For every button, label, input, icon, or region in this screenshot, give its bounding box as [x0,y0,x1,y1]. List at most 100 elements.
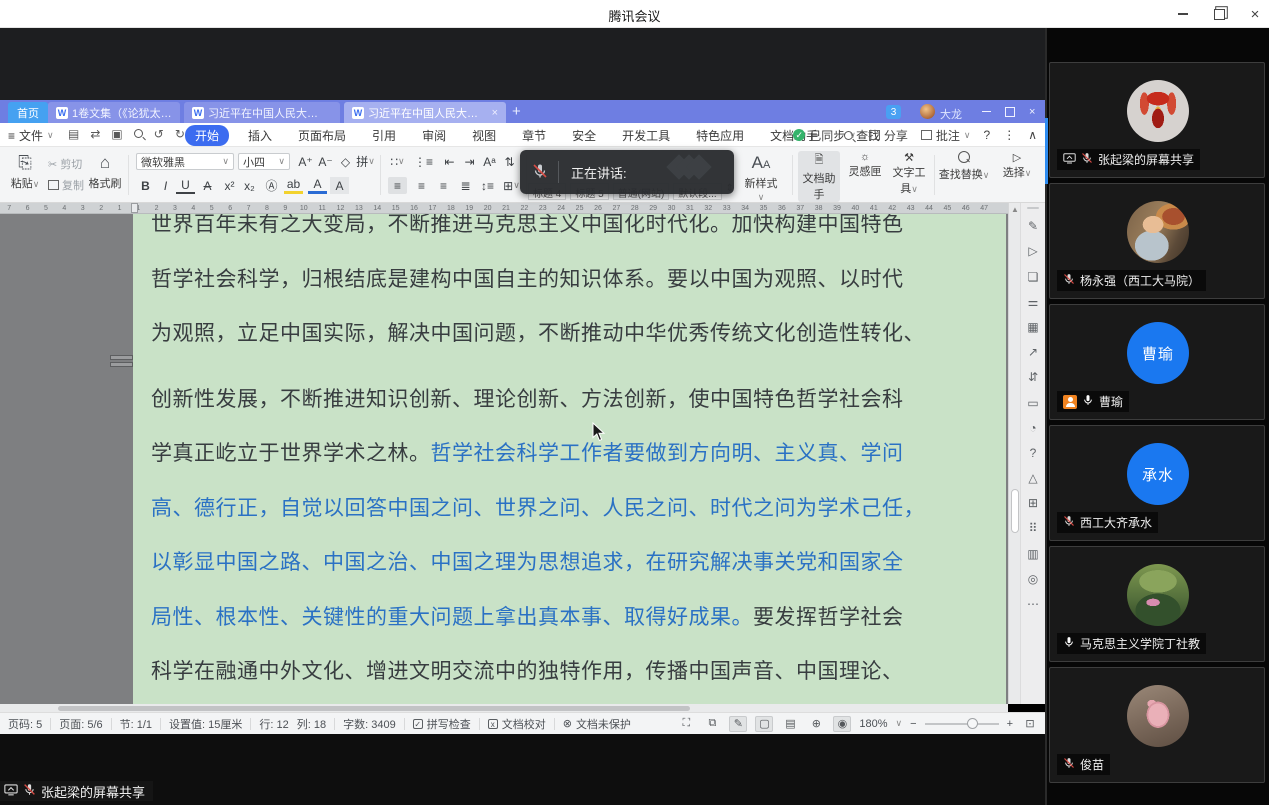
undo-icon[interactable]: ↺ [154,127,164,141]
menu-references[interactable]: 引用 [365,126,403,145]
horizontal-scrollbar[interactable] [0,704,1008,712]
participant-tile[interactable]: 曹瑜 曹瑜 [1049,304,1265,420]
notification-badge[interactable]: 3 [886,105,901,119]
vertical-scroll-thumb[interactable] [1011,489,1019,533]
increase-font-icon[interactable]: A⁺ [296,153,315,170]
menu-developer[interactable]: 开发工具 [615,126,677,145]
close-button[interactable]: × [1247,6,1263,22]
text-tools-button[interactable]: ⚒ 文字工具∨ [888,151,930,196]
rail-apps-icon[interactable]: ⠿ [1025,520,1041,536]
menu-security[interactable]: 安全 [565,126,603,145]
clear-format-icon[interactable]: ◇ [336,153,355,170]
margin-adjust-marks[interactable] [110,355,133,369]
align-right-button[interactable]: ≡ [434,177,453,194]
bold-button[interactable]: B [136,177,155,194]
tab-document-2[interactable]: W 习近平在中国人民大学考察时强调 [184,102,340,123]
horizontal-scroll-thumb[interactable] [58,706,690,711]
underline-button[interactable]: U [176,177,195,194]
save-icon[interactable]: ▤ [68,127,79,141]
comment-button[interactable]: 批注 ∨ [921,127,971,144]
menu-section[interactable]: 章节 [515,126,553,145]
participant-tile[interactable]: 马克思主义学院丁社教 [1049,546,1265,662]
participant-tile[interactable]: 承水 西工大齐承水 [1049,425,1265,541]
web-view-icon[interactable]: ⊕ [807,716,825,732]
more-menu-button[interactable]: ⋮ [1003,128,1015,142]
participant-tile[interactable]: 俊苗 [1049,667,1265,783]
spellcheck-toggle[interactable]: ✓ 拼写检查 [405,716,479,732]
sort-button[interactable]: ⇅ [500,153,519,170]
align-center-button[interactable]: ≡ [412,177,431,194]
format-painter-button[interactable]: ⌂ 格式刷 [86,151,124,191]
rail-chart-icon[interactable]: ▥ [1025,546,1041,562]
redo-icon[interactable]: ↻ [175,127,185,141]
fit-page-icon[interactable]: ⊡ [1021,716,1039,732]
font-size-select[interactable]: 小四∨ [238,153,290,170]
rail-coin-icon[interactable]: ◎ [1025,571,1041,587]
outline-view-icon[interactable]: ▤ [781,716,799,732]
document-text[interactable]: 世界百年未有之大变局，不断推进马克思主义中国化时代化。加快构建中国特色 哲学社会… [151,214,991,700]
vertical-scrollbar[interactable]: ▲ [1008,203,1020,704]
italic-button[interactable]: I [156,177,175,194]
decrease-font-icon[interactable]: A⁻ [316,153,335,170]
tab-document-3-active[interactable]: W 习近平在中国人民大学考察时强调1 × [344,102,506,123]
wps-restore-button[interactable] [1005,107,1015,117]
font-name-select[interactable]: 微软雅黑∨ [136,153,234,170]
menu-insert[interactable]: 插入 [241,126,279,145]
char-shading-button[interactable]: A [330,177,349,194]
subscript-button[interactable]: x₂ [240,177,259,194]
new-style-button[interactable]: AA 新样式∨ [742,151,780,203]
preview-icon[interactable] [134,127,143,141]
menu-page-layout[interactable]: 页面布局 [291,126,353,145]
share-button[interactable]: 分享 [869,127,908,144]
paste-button[interactable]: ⎘ 粘贴∨ [6,151,44,191]
find-replace-button[interactable]: 查找替换∨ [938,151,990,182]
proofread-button[interactable]: x 文档校对 [480,716,554,732]
user-avatar[interactable] [920,104,935,119]
print-icon[interactable]: ▣ [111,127,122,141]
rail-shapes-icon[interactable]: ❏ [1025,269,1041,285]
superscript-button[interactable]: x² [220,177,239,194]
fullscreen-view-icon[interactable]: ⛶ [677,716,695,732]
text-direction-button[interactable]: Aᵃ [480,153,499,170]
rail-seal-icon[interactable]: △ [1025,470,1041,486]
help-button[interactable]: ? [984,128,991,142]
rail-card-icon[interactable]: ▭ [1025,395,1041,411]
zoom-in-button[interactable]: + [1007,718,1013,730]
status-word-count[interactable]: 字数: 3409 [335,716,404,732]
menu-start[interactable]: 开始 [185,125,229,146]
export-icon[interactable]: ⇄ [90,127,100,141]
eye-protect-icon[interactable]: ◉ [833,716,851,732]
horizontal-ruler-main[interactable]: 1234567891011121314151617181920212223242… [129,203,1008,214]
collapse-ribbon-button[interactable]: ∧ [1028,128,1037,142]
page-view-icon[interactable]: ▢ [755,716,773,732]
document-canvas[interactable]: 世界百年未有之大变局，不断推进马克思主义中国化时代化。加快构建中国特色 哲学社会… [0,214,1008,704]
sync-status[interactable]: ✓ 已同步 ∨ [793,127,856,144]
menu-special-features[interactable]: 特色应用 [689,126,751,145]
zoom-out-button[interactable]: − [910,718,916,730]
cut-button[interactable]: ✂剪切 [48,156,82,172]
rail-help-icon[interactable]: ? [1025,445,1041,461]
rail-history-icon[interactable]: ◔ [1025,420,1041,436]
border-button[interactable]: ⊞∨ [502,177,521,194]
numbered-list-button[interactable]: ⋮≡ [414,153,433,170]
book-view-icon[interactable]: ⧉ [703,716,721,732]
restore-button[interactable] [1211,6,1227,22]
user-name[interactable]: 大龙 [940,106,962,122]
menu-view[interactable]: 视图 [465,126,503,145]
tab-document-1[interactable]: W 1卷文集（《论犹太人问题》）.doc [48,102,180,123]
protection-status[interactable]: ⊗ 文档未保护 [555,716,639,732]
file-menu[interactable]: ≡ 文件 ∨ [8,127,54,144]
wps-close-button[interactable]: × [1029,106,1035,118]
font-color-button[interactable]: A [308,177,327,194]
strikethrough-button[interactable]: A [198,177,217,194]
minimize-button[interactable] [1175,6,1191,22]
inspiration-button[interactable]: ☼ 灵感匣 [844,151,886,179]
pinyin-icon[interactable]: 拼∨ [356,153,375,170]
justify-button[interactable]: ≣ [456,177,475,194]
select-button[interactable]: ▷ 选择∨ [996,151,1038,180]
decrease-indent-button[interactable]: ⇤ [440,153,459,170]
scroll-up-icon[interactable]: ▲ [1011,205,1019,214]
increase-indent-button[interactable]: ⇥ [460,153,479,170]
text-effects-button[interactable]: Ⓐ [262,177,281,194]
wps-minimize-button[interactable] [982,111,991,112]
